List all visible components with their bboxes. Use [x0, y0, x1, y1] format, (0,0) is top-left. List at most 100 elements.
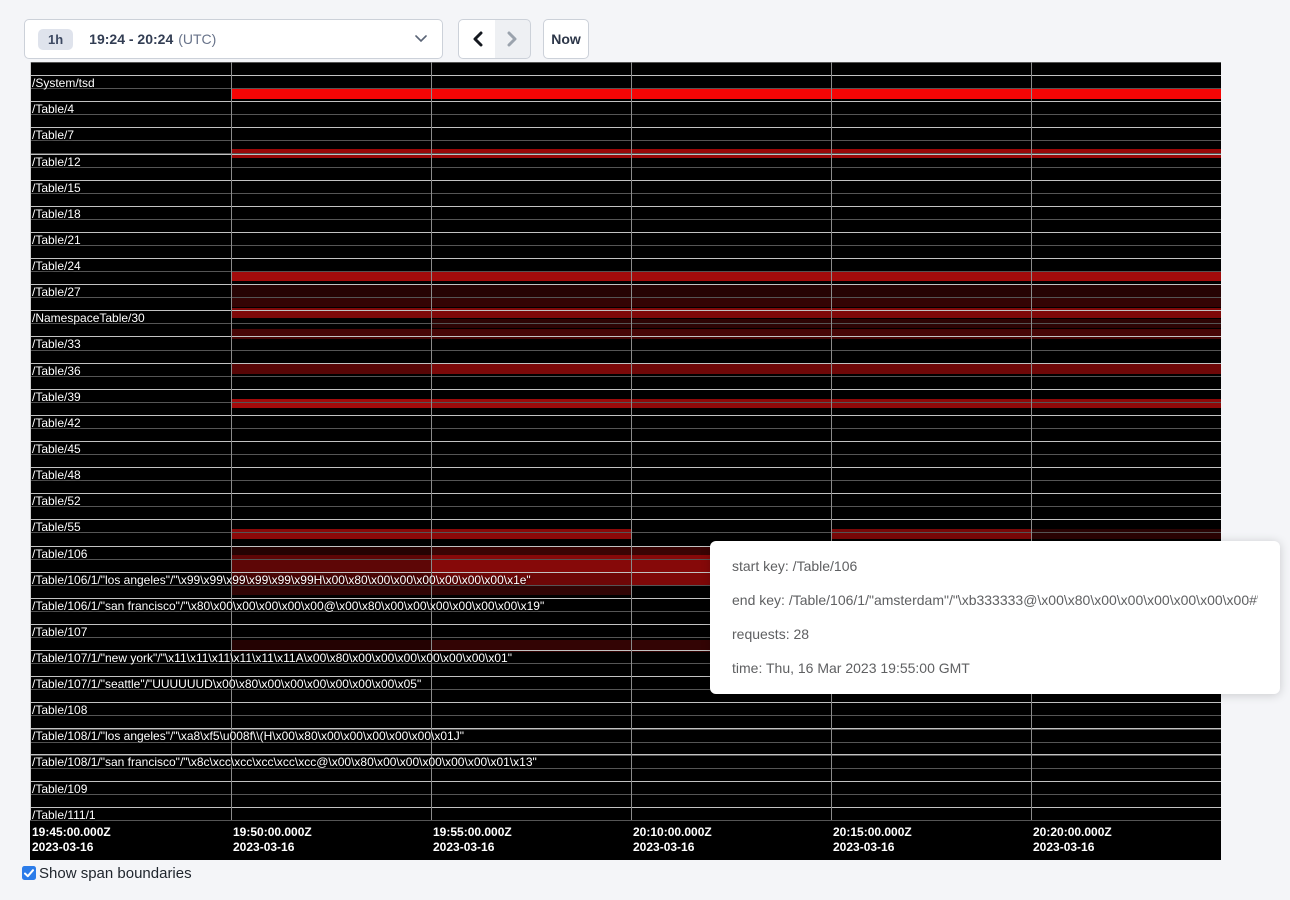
- x-axis-tick-date: 2023-03-16: [633, 840, 712, 855]
- x-axis-tick-time: 19:55:00.000Z: [433, 825, 512, 840]
- heat-band: [631, 364, 1221, 374]
- canvas-left-edge-line: [30, 62, 31, 820]
- x-axis-tick-time: 20:15:00.000Z: [833, 825, 912, 840]
- heat-band: [231, 399, 431, 408]
- span-boundary-line: [30, 232, 1221, 233]
- sub-gridline: [30, 820, 1221, 821]
- span-label: /Table/18: [32, 208, 81, 221]
- now-button[interactable]: Now: [543, 19, 589, 59]
- sub-gridline: [30, 794, 1221, 795]
- chevron-right-icon: [507, 31, 518, 47]
- check-icon: [24, 869, 34, 878]
- x-axis-tick: 20:10:00.000Z2023-03-16: [633, 825, 712, 855]
- span-boundary-line: [30, 127, 1221, 128]
- heat-band: [231, 88, 1221, 99]
- tooltip-time: time: Thu, 16 Mar 2023 19:55:00 GMT: [732, 660, 1258, 677]
- sub-gridline: [30, 402, 1221, 403]
- prev-time-button[interactable]: [458, 19, 496, 59]
- x-axis-tick: 20:20:00.000Z2023-03-16: [1033, 825, 1112, 855]
- sub-gridline: [30, 297, 1221, 298]
- x-axis-tick-date: 2023-03-16: [833, 840, 912, 855]
- x-axis-tick-time: 20:20:00.000Z: [1033, 825, 1112, 840]
- tooltip: start key: /Table/106 end key: /Table/10…: [710, 541, 1280, 694]
- span-boundary-line: [30, 336, 1221, 337]
- sub-gridline: [30, 428, 1221, 429]
- x-axis-tick: 19:50:00.000Z2023-03-16: [233, 825, 312, 855]
- span-label: /Table/39: [32, 391, 81, 404]
- span-label: /Table/106/1/"san francisco"/"\x80\x00\x…: [32, 600, 544, 613]
- x-axis-tick: 19:45:00.000Z2023-03-16: [32, 825, 111, 855]
- chevron-left-icon: [472, 31, 483, 47]
- span-label: /Table/7: [32, 129, 74, 142]
- span-label: /Table/108/1/"san francisco"/"\x8c\xcc\x…: [32, 756, 537, 769]
- span-boundary-line: [30, 258, 1221, 259]
- column-gridline: [831, 62, 832, 820]
- heat-band: [231, 364, 431, 374]
- sub-gridline: [30, 193, 1221, 194]
- heat-band: [431, 364, 631, 374]
- x-axis-tick-date: 2023-03-16: [433, 840, 512, 855]
- show-span-boundaries-checkbox[interactable]: [22, 866, 36, 880]
- x-axis-tick-time: 19:50:00.000Z: [233, 825, 312, 840]
- key-visualizer-canvas[interactable]: /System/tsd/Table/4/Table/7/Table/12/Tab…: [30, 62, 1221, 860]
- span-label: /Table/45: [32, 443, 81, 456]
- x-axis-tick-date: 2023-03-16: [1033, 840, 1112, 855]
- span-boundary-line: [30, 180, 1221, 181]
- x-axis-tick: 20:15:00.000Z2023-03-16: [833, 825, 912, 855]
- heat-band: [231, 271, 1221, 281]
- span-label: /Table/36: [32, 365, 81, 378]
- next-time-button[interactable]: [495, 19, 531, 59]
- span-boundary-line: [30, 389, 1221, 390]
- span-boundary-line: [30, 101, 1221, 102]
- sub-gridline: [30, 245, 1221, 246]
- span-boundary-line: [30, 363, 1221, 364]
- sub-gridline: [30, 62, 1221, 63]
- span-label: /Table/24: [32, 260, 81, 273]
- tooltip-end-key: end key: /Table/106/1/"amsterdam"/"\xb33…: [732, 592, 1258, 609]
- span-boundary-line: [30, 415, 1221, 416]
- span-label: /Table/107/1/"seattle"/"UUUUUUD\x00\x80\…: [32, 678, 421, 691]
- span-boundary-line: [30, 441, 1221, 442]
- sub-gridline: [30, 350, 1221, 351]
- time-range-badge: 1h: [38, 29, 73, 50]
- sub-gridline: [30, 376, 1221, 377]
- time-range-text: 19:24 - 20:24: [89, 31, 173, 47]
- span-label: /Table/21: [32, 234, 81, 247]
- x-axis-tick: 19:55:00.000Z2023-03-16: [433, 825, 512, 855]
- heat-band: [231, 555, 431, 572]
- span-label: /Table/111/1: [32, 809, 96, 822]
- column-gridline: [431, 62, 432, 820]
- span-boundary-line: [30, 75, 1221, 76]
- heat-band: [631, 399, 1221, 408]
- x-axis-tick-time: 19:45:00.000Z: [32, 825, 111, 840]
- column-gridline: [1031, 62, 1032, 820]
- sub-gridline: [30, 323, 1221, 324]
- tooltip-start-key: start key: /Table/106: [732, 558, 1258, 575]
- span-label: /Table/107/1/"new york"/"\x11\x11\x11\x1…: [32, 652, 512, 665]
- span-label: /Table/107: [32, 626, 87, 639]
- span-label: /Table/109: [32, 783, 87, 796]
- x-axis-tick-date: 2023-03-16: [32, 840, 111, 855]
- x-axis-tick-date: 2023-03-16: [233, 840, 312, 855]
- span-label: /Table/15: [32, 182, 81, 195]
- span-label: /Table/33: [32, 338, 81, 351]
- sub-gridline: [30, 88, 1221, 89]
- span-boundary-line: [30, 154, 1221, 155]
- time-range-dropdown[interactable]: 1h 19:24 - 20:24 (UTC): [24, 19, 443, 59]
- span-label: /Table/108/1/"los angeles"/"\xa8\xf5\u00…: [32, 730, 464, 743]
- sub-gridline: [30, 114, 1221, 115]
- span-boundary-line: [30, 467, 1221, 468]
- span-label: /Table/106/1/"los angeles"/"\x99\x99\x99…: [32, 574, 531, 587]
- span-label: /Table/106: [32, 548, 87, 561]
- span-label: /Table/48: [32, 469, 81, 482]
- span-label: /Table/108: [32, 704, 87, 717]
- sub-gridline: [30, 480, 1221, 481]
- heat-band: [231, 297, 1221, 307]
- chevron-down-icon: [415, 35, 427, 43]
- sub-gridline: [30, 219, 1221, 220]
- span-label: /NamespaceTable/30: [32, 312, 145, 325]
- span-label: /Table/12: [32, 156, 81, 169]
- time-range-zone: (UTC): [178, 31, 216, 47]
- span-boundary-line: [30, 519, 1221, 520]
- span-label: /Table/4: [32, 103, 74, 116]
